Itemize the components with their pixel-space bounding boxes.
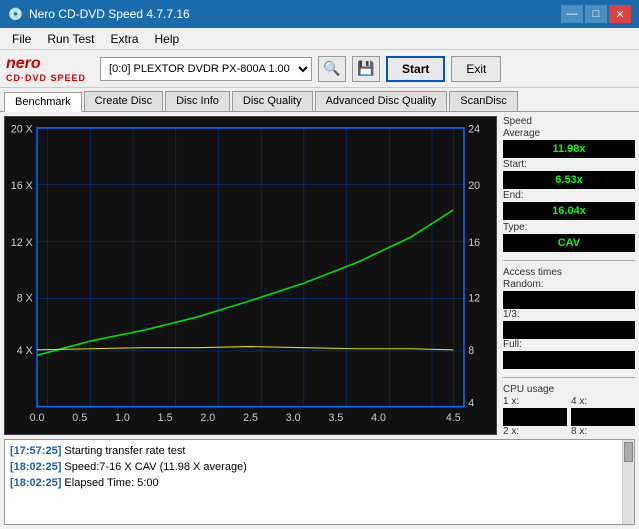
log-ts-0: [17:57:25] [10,445,61,457]
speed-chart: 20 X 16 X 12 X 8 X 4 X 24 20 16 12 8 4 [5,117,496,434]
title-bar: 💿 Nero CD-DVD Speed 4.7.7.16 — □ ✕ [0,0,639,28]
svg-text:1.0: 1.0 [115,412,130,424]
minimize-button[interactable]: — [561,5,583,23]
svg-text:4.0: 4.0 [371,412,386,424]
speed-section: Speed Average 11.98x Start: 6.53x End: 1… [503,116,635,252]
upper-content: 20 X 16 X 12 X 8 X 4 X 24 20 16 12 8 4 [0,112,639,437]
log-area[interactable]: [17:57:25] Starting transfer rate test [… [4,439,635,525]
access-full-value [503,351,635,369]
cpu-1x-value [503,408,567,426]
access-third-label: 1/3: [503,309,635,320]
speed-average-value: 11.98x [503,140,635,158]
svg-text:3.5: 3.5 [328,412,343,424]
speed-start-label: Start: [503,159,527,170]
tab-disc-info[interactable]: Disc Info [165,91,230,111]
toolbar: nero CD·DVD SPEED [0:0] PLEXTOR DVDR PX-… [0,50,639,88]
svg-text:4: 4 [468,398,474,410]
cpu-4x-label: 4 x: [571,396,635,407]
cpu-label: CPU usage [503,384,635,395]
chart-area: 20 X 16 X 12 X 8 X 4 X 24 20 16 12 8 4 [4,116,497,435]
tab-disc-quality[interactable]: Disc Quality [232,91,313,111]
log-ts-1: [18:02:25] [10,461,61,473]
svg-text:0.5: 0.5 [72,412,87,424]
tab-scan-disc[interactable]: ScanDisc [449,91,517,111]
log-entry-2: [18:02:25] Elapsed Time: 5:00 [10,475,629,491]
svg-text:2.5: 2.5 [243,412,258,424]
tab-create-disc[interactable]: Create Disc [84,91,163,111]
window-controls: — □ ✕ [561,5,631,23]
svg-text:12 X: 12 X [11,237,33,249]
cpu-4x-value [571,408,635,426]
svg-text:1.5: 1.5 [158,412,173,424]
start-button[interactable]: Start [386,56,445,82]
svg-text:8 X: 8 X [17,293,33,305]
access-full-label: Full: [503,339,635,350]
content-area: 20 X 16 X 12 X 8 X 4 X 24 20 16 12 8 4 [0,112,639,529]
svg-text:4 X: 4 X [17,345,33,357]
cpu-8x-label: 8 x: [571,426,635,437]
svg-text:8: 8 [468,345,474,357]
svg-text:3.0: 3.0 [286,412,301,424]
speed-end-label: End: [503,190,524,201]
speed-average-label: Average [503,128,635,139]
refresh-button[interactable]: 🔍 [318,56,346,82]
cpu-1x-label: 1 x: [503,396,567,407]
log-ts-2: [18:02:25] [10,477,61,489]
tabs: Benchmark Create Disc Disc Info Disc Qua… [0,88,639,112]
speed-type-label: Type: [503,222,635,233]
divider-1 [503,260,635,261]
cpu-section: CPU usage 1 x: 2 x: 4 x: 8 x: [503,384,635,437]
access-third-value [503,321,635,339]
window-title: Nero CD-DVD Speed 4.7.7.16 [29,7,190,21]
app-icon: 💿 [8,7,23,21]
access-random-label: Random: [503,279,635,290]
log-entry-1: [18:02:25] Speed:7-16 X CAV (11.98 X ave… [10,459,629,475]
access-section: Access times Random: 1/3: Full: [503,267,635,369]
divider-2 [503,377,635,378]
log-scrollbar[interactable] [622,440,634,524]
tab-advanced-disc-quality[interactable]: Advanced Disc Quality [315,91,448,111]
close-button[interactable]: ✕ [609,5,631,23]
speed-label: Speed [503,116,635,127]
svg-text:20 X: 20 X [11,123,33,135]
tab-benchmark[interactable]: Benchmark [4,92,82,112]
log-text-0: Starting transfer rate test [64,445,185,457]
menu-run-test[interactable]: Run Test [39,30,102,48]
speed-type-value: CAV [503,234,635,252]
right-panel: Speed Average 11.98x Start: 6.53x End: 1… [499,112,639,437]
cpu-2x-label: 2 x: [503,426,567,437]
maximize-button[interactable]: □ [585,5,607,23]
svg-text:16: 16 [468,237,480,249]
drive-select[interactable]: [0:0] PLEXTOR DVDR PX-800A 1.00 [100,57,312,81]
menu-extra[interactable]: Extra [102,30,146,48]
log-text-2: Elapsed Time: 5:00 [64,477,158,489]
svg-text:0.0: 0.0 [30,412,45,424]
nero-brand: nero [6,55,41,73]
exit-button[interactable]: Exit [451,56,501,82]
save-button[interactable]: 💾 [352,56,380,82]
svg-text:24: 24 [468,123,480,135]
menu-help[interactable]: Help [147,30,188,48]
access-label: Access times [503,267,635,278]
speed-end-value: 16.04x [503,202,635,220]
log-text-1: Speed:7-16 X CAV (11.98 X average) [64,461,246,473]
cdspeed-brand: CD·DVD SPEED [6,73,86,83]
speed-start-value: 6.53x [503,171,635,189]
nero-logo: nero CD·DVD SPEED [6,55,86,83]
svg-text:12: 12 [468,293,480,305]
svg-text:4.5: 4.5 [446,412,461,424]
svg-text:20: 20 [468,180,480,192]
menu-file[interactable]: File [4,30,39,48]
svg-text:16 X: 16 X [11,180,33,192]
svg-text:2.0: 2.0 [200,412,215,424]
access-random-value [503,291,635,309]
log-entry-0: [17:57:25] Starting transfer rate test [10,443,629,459]
menu-bar: File Run Test Extra Help [0,28,639,50]
scrollbar-thumb[interactable] [624,442,633,462]
